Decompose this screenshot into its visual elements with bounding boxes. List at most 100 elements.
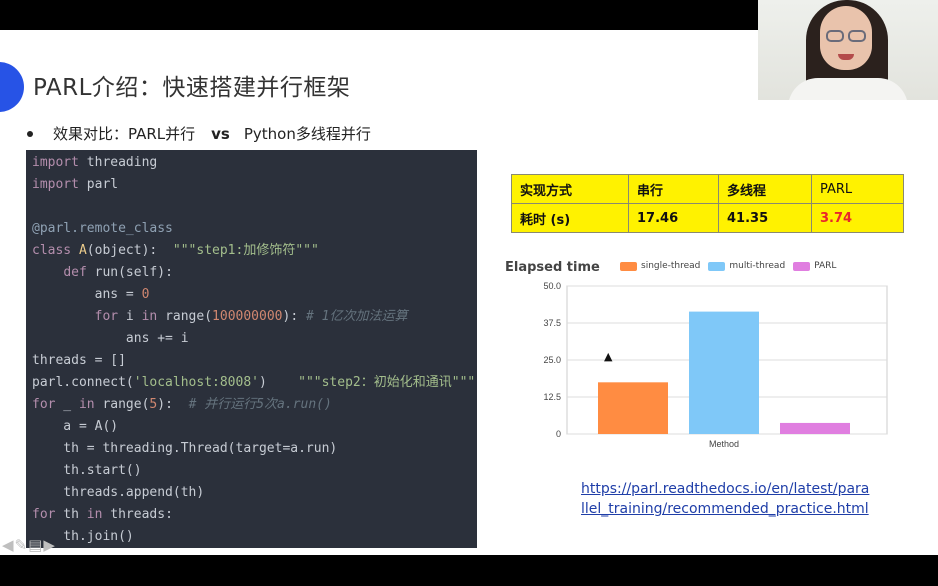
code-token: parl.connect( [32,375,134,390]
code-token: parl [78,177,119,192]
table-header-cell: PARL [811,174,904,204]
code-token: _ [55,397,79,412]
code-line: def run(self): [26,262,477,284]
code-panel: import threading import parl @parl.remote_… [26,150,477,548]
slide-title: PARL介绍：快速搭建并行框架 [33,75,351,101]
pen-icon[interactable]: ✎ [15,536,28,554]
code-token: """step1:加修饰符""" [172,243,319,258]
code-line: for i in range(100000000): # 1亿次加法运算 [26,306,477,328]
y-tick-label: 0 [556,429,561,439]
docs-link-line1[interactable]: https://parl.readthedocs.io/en/latest/pa… [581,479,881,499]
menu-icon[interactable]: ▤ [28,536,42,554]
code-line: for _ in range(5): # 并行运行5次a.run() [26,394,477,416]
code-line: @parl.remote_class [26,218,477,240]
slide-nav-controls: ◀ ✎ ▤ ▶ [2,536,55,554]
code-token: 100000000 [212,309,283,324]
code-line: class A(object): """step1:加修饰符""" [26,240,477,262]
back-arrow-icon[interactable]: ◀ [2,536,14,554]
code-token: threads.append(th) [32,485,205,500]
y-tick-label: 37.5 [543,318,561,328]
code-token: import [32,155,79,170]
code-token: class [32,243,72,258]
code-token: for [32,507,56,522]
forward-arrow-icon[interactable]: ▶ [43,536,55,554]
code-token: @parl.remote_class [32,221,173,236]
table-header-cell: 实现方式 [511,174,629,204]
webcam-glasses-left [826,30,844,42]
code-token: ) [258,375,299,390]
code-token: in [78,397,95,412]
y-tick-label: 50.0 [543,281,561,291]
webcam-body [788,78,908,100]
code-token: threading [78,155,158,170]
code-token: th = threading.Thread(target=a.run) [32,441,338,456]
bar [689,311,759,434]
code-token: ans = [32,287,142,302]
code-token: range( [94,397,150,412]
code-token: A [78,243,87,258]
code-line: ans += i [26,328,477,350]
webcam-glasses-right [848,30,866,42]
chart-plot: 50.0 37.5 25.0 12.5 0 Method [543,281,888,449]
code-line: for th in threads: [26,504,477,526]
y-tick-label: 12.5 [543,392,561,402]
table-cell-highlight: 3.74 [811,203,904,233]
code-line: threads = [] [26,350,477,372]
code-token: ans += i [32,331,189,346]
code-line: threads.append(th) [26,482,477,504]
table-header-row: 实现方式 串行 多线程 PARL [511,174,904,204]
code-token: 'localhost:8008' [133,375,259,390]
bottom-black-bar [0,555,938,586]
code-token: # 并行运行5次a.run() [188,397,332,412]
bullet-line: 效果对比：PARL并行 vs Python多线程并行 [53,123,371,144]
code-token: range( [157,309,213,324]
table-cell: 41.35 [718,203,812,233]
code-token: threads: [102,507,173,522]
code-token: in [86,507,103,522]
table-header-cell: 多线程 [718,174,812,204]
code-token: (object): [86,243,173,258]
code-token: for [32,397,56,412]
code-token: 0 [141,287,150,302]
table-cell: 17.46 [628,203,719,233]
code-token: ): [282,309,306,324]
accent-circle [0,62,24,112]
table-header-cell: 串行 [628,174,719,204]
docs-link-line2[interactable]: llel_training/recommended_practice.html [581,499,881,519]
code-line: th.join() [26,526,477,548]
x-axis-label: Method [709,439,739,449]
code-token: # 1亿次加法运算 [305,309,408,324]
code-token: threads = [] [32,353,126,368]
bar [780,422,850,434]
code-token: i [118,309,142,324]
code-token: in [141,309,158,324]
code-line: th.start() [26,460,477,482]
code-token: """step2：初始化和通讯""" [298,375,476,390]
code-line: ans = 0 [26,284,477,306]
code-line: parl.connect('localhost:8008') """step2：… [26,372,477,394]
code-token: def [63,265,87,280]
bar [598,382,668,434]
code-token: th.start() [32,463,142,478]
code-line: import threading [26,152,477,174]
code-token: run(self): [86,265,173,280]
code-line: import parl [26,174,477,196]
code-token: import [32,177,79,192]
code-token: th [55,507,87,522]
table-row: 耗时 (s) 17.46 41.35 3.74 [511,203,904,233]
code-token: ): [157,397,189,412]
mouse-cursor-icon: ▲ [604,350,613,363]
bullet-vs: vs [211,125,230,143]
bullet-text-part1: 效果对比：PARL并行 [53,125,196,143]
docs-link[interactable]: https://parl.readthedocs.io/en/latest/pa… [581,479,881,519]
elapsed-time-chart: Elapsed time single-thread multi-thread PA… [490,250,910,480]
code-line: a = A() [26,416,477,438]
code-line: th = threading.Thread(target=a.run) [26,438,477,460]
slide: PARL介绍：快速搭建并行框架 效果对比：PARL并行 vs Python多线程并行… [0,30,938,555]
bullet-text-part2: Python多线程并行 [243,125,371,143]
code-token: a = A() [32,419,119,434]
code-token: for [94,309,119,324]
y-tick-label: 25.0 [543,355,561,365]
